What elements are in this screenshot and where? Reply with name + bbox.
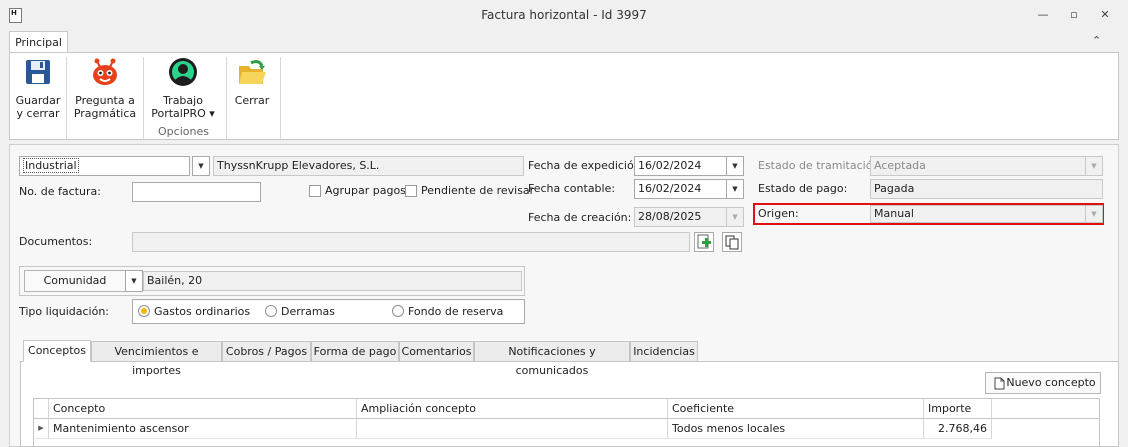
estado-pago-field: Pagada	[870, 179, 1103, 199]
origen-dropdown: ▼	[1085, 205, 1103, 223]
agrupar-pagos-label: Agrupar pagos	[325, 184, 406, 197]
save-label-2: y cerrar	[16, 107, 60, 120]
tab-conceptos[interactable]: Conceptos	[23, 340, 91, 362]
add-document-icon	[697, 234, 711, 249]
comunidad-dropdown[interactable]: ▼	[125, 270, 143, 292]
tab-vencimientos[interactable]: Vencimientos e importes	[91, 341, 222, 377]
estado-pago-label: Estado de pago:	[758, 182, 848, 195]
group-label-opciones: Opciones	[158, 125, 209, 138]
fecha-expedicion-field[interactable]: 16/02/2024	[634, 156, 727, 176]
radio-fondo-reserva[interactable]	[392, 305, 404, 317]
fondo-reserva-label: Fondo de reserva	[408, 305, 504, 318]
new-concept-label: Nuevo concepto	[1006, 376, 1096, 389]
ask-label-2: Pragmática	[73, 107, 137, 120]
tab-principal[interactable]: Principal	[9, 31, 68, 53]
table-row-importe[interactable]: 2.768,46	[924, 419, 992, 439]
fecha-creacion-label: Fecha de creación:	[528, 211, 632, 224]
pendiente-revisar-checkbox[interactable]	[405, 185, 417, 197]
col-concepto[interactable]: Concepto	[49, 399, 357, 419]
col-ampliacion[interactable]: Ampliación concepto	[357, 399, 668, 419]
fecha-expedicion-dropdown[interactable]: ▼	[726, 156, 744, 176]
table-row-concepto[interactable]: Mantenimiento ascensor	[49, 419, 357, 439]
table-row-ampliacion[interactable]	[357, 419, 668, 439]
supplier-dropdown-button[interactable]: ▼	[192, 156, 210, 176]
ribbon-separator	[66, 57, 67, 139]
origen-field: Manual	[870, 205, 1086, 223]
close-window-button[interactable]: ✕	[1094, 6, 1116, 24]
ask-label-1: Pregunta a	[75, 94, 135, 107]
new-concept-button[interactable]: Nuevo concepto	[985, 372, 1101, 394]
copy-icon	[725, 235, 739, 250]
tab-cobros-pagos[interactable]: Cobros / Pagos	[222, 341, 311, 362]
comunidad-button[interactable]: Comunidad	[24, 270, 126, 292]
radio-derramas[interactable]	[265, 305, 277, 317]
fecha-expedicion-label: Fecha de expedición:	[528, 159, 645, 172]
estado-tramitacion-dropdown: ▼	[1085, 156, 1103, 176]
table-row-coeficiente[interactable]: Todos menos locales	[668, 419, 924, 439]
close-label: Cerrar	[234, 94, 270, 107]
no-factura-label: No. de factura:	[19, 185, 101, 198]
title-bar: H Factura horizontal - Id 3997 — ▫ ✕	[0, 0, 1128, 31]
window-title: Factura horizontal - Id 3997	[481, 8, 647, 22]
portalpro-button[interactable]: Trabajo PortalPRO ▾	[148, 57, 218, 120]
work-label-2: PortalPRO ▾	[151, 107, 215, 120]
tipo-liquidacion-label: Tipo liquidación:	[19, 305, 110, 318]
estado-tramitacion-field: Aceptada	[870, 156, 1086, 176]
gastos-ordinarios-label: Gastos ordinarios	[154, 305, 251, 318]
save-close-button[interactable]: Guardar y cerrar	[13, 57, 63, 120]
documentos-label: Documentos:	[19, 235, 93, 248]
tab-notificaciones[interactable]: Notificaciones y comunicados	[474, 341, 630, 377]
work-label-1: Trabajo	[163, 94, 203, 107]
floppy-disk-icon	[26, 60, 50, 84]
open-folder-icon	[239, 60, 266, 84]
derramas-label: Derramas	[281, 305, 336, 318]
fecha-contable-field[interactable]: 16/02/2024	[634, 179, 727, 199]
ribbon: Guardar y cerrar Pregunta a Pragmática T…	[9, 52, 1119, 140]
close-button[interactable]: Cerrar	[232, 57, 272, 107]
agrupar-pagos-checkbox[interactable]	[309, 185, 321, 197]
comunidad-field: Bailén, 20	[143, 271, 522, 291]
tab-comentarios[interactable]: Comentarios	[399, 341, 474, 362]
col-coeficiente[interactable]: Coeficiente	[668, 399, 924, 419]
minimize-button[interactable]: —	[1032, 6, 1054, 24]
robot-icon	[93, 58, 117, 85]
collapse-ribbon-icon[interactable]: ⌃	[1092, 34, 1101, 47]
supplier-type-select[interactable]: Industrial	[19, 156, 190, 176]
ask-pragmatica-button[interactable]: Pregunta a Pragmática	[70, 57, 140, 120]
user-circle-icon	[169, 58, 197, 86]
col-empty	[992, 399, 1099, 419]
new-document-icon	[994, 377, 1005, 390]
copy-document-button[interactable]	[722, 232, 742, 252]
pendiente-revisar-label: Pendiente de revisar	[421, 184, 535, 197]
col-importe[interactable]: Importe	[924, 399, 992, 419]
ribbon-separator	[280, 57, 281, 139]
supplier-name-field[interactable]: ThyssnKrupp Elevadores, S.L.	[213, 156, 524, 176]
documentos-field[interactable]	[132, 232, 690, 252]
fecha-contable-dropdown[interactable]: ▼	[726, 179, 744, 199]
no-factura-input[interactable]	[132, 182, 261, 202]
row-indicator-header	[34, 399, 49, 419]
row-indicator-icon[interactable]: ▶	[34, 419, 49, 439]
fecha-creacion-field: 28/08/2025	[634, 207, 727, 227]
maximize-button[interactable]: ▫	[1063, 6, 1085, 24]
radio-gastos-ordinarios[interactable]	[138, 305, 150, 317]
tab-incidencias[interactable]: Incidencias	[630, 341, 698, 362]
tab-forma-pago[interactable]: Forma de pago	[311, 341, 399, 362]
fecha-contable-label: Fecha contable:	[528, 182, 616, 195]
save-label-1: Guardar	[15, 94, 61, 107]
origen-label: Origen:	[758, 207, 799, 220]
conceptos-grid: Concepto Ampliación concepto Coeficiente…	[33, 398, 1100, 447]
fecha-creacion-dropdown: ▼	[726, 207, 744, 227]
estado-tramitacion-label: Estado de tramitación:	[758, 159, 884, 172]
add-document-button[interactable]	[694, 232, 714, 252]
supplier-type-value: Industrial	[23, 158, 79, 173]
ribbon-separator	[226, 57, 227, 139]
